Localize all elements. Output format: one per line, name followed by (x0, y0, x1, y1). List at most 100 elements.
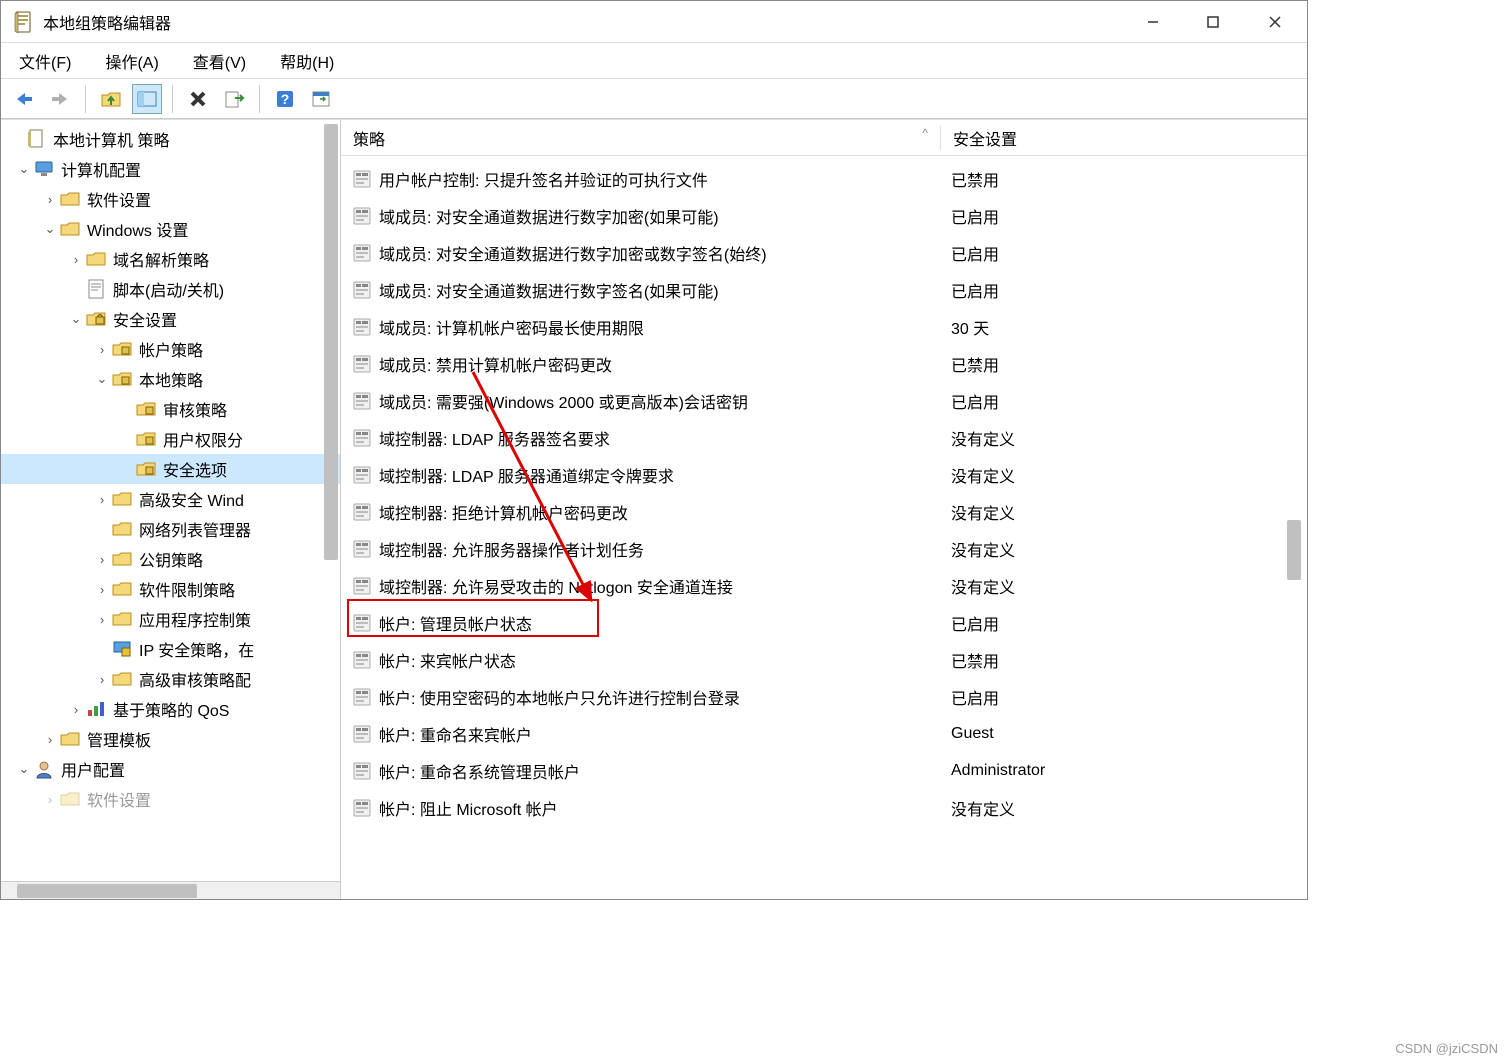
menu-file[interactable]: 文件(F) (11, 45, 79, 77)
tree-ip-security[interactable]: IP 安全策略，在 (1, 634, 340, 664)
list-row[interactable]: 域控制器: 拒绝计算机帐户密码更改没有定义 (341, 493, 1307, 530)
tree-user-software[interactable]: › 软件设置 (1, 784, 340, 814)
list-row[interactable]: 域成员: 对安全通道数据进行数字加密(如果可能)已启用 (341, 197, 1307, 234)
policy-item-icon (351, 649, 373, 671)
list-row[interactable]: 域成员: 禁用计算机帐户密码更改已禁用 (341, 345, 1307, 382)
chevron-right-icon[interactable]: › (93, 612, 111, 627)
export-button[interactable] (219, 84, 249, 114)
tree-local-policy[interactable]: ⌄ 本地策略 (1, 364, 340, 394)
policy-name: 帐户: 管理员帐户状态 (379, 611, 939, 635)
menu-view[interactable]: 查看(V) (185, 45, 254, 77)
chevron-down-icon[interactable]: ⌄ (15, 161, 33, 177)
chevron-right-icon[interactable]: › (67, 702, 85, 717)
scrollbar-thumb[interactable] (1287, 520, 1301, 580)
list-row[interactable]: 帐户: 阻止 Microsoft 帐户没有定义 (341, 789, 1307, 826)
policy-setting: 已启用 (939, 389, 999, 413)
list-pane: 策略^ 安全设置 用户帐户控制: 只提升签名并验证的可执行文件已禁用域成员: 对… (341, 120, 1307, 899)
list-row[interactable]: 域控制器: 允许易受攻击的 Netlogon 安全通道连接没有定义 (341, 567, 1307, 604)
tree-user-config[interactable]: ⌄ 用户配置 (1, 754, 340, 784)
tree-public-key[interactable]: › 公钥策略 (1, 544, 340, 574)
window-controls (1123, 1, 1307, 42)
chevron-down-icon[interactable]: ⌄ (15, 761, 33, 777)
scrollbar-thumb[interactable] (17, 884, 197, 898)
tree-label: IP 安全策略，在 (139, 637, 254, 661)
tree-computer-config[interactable]: ⌄ 计算机配置 (1, 154, 340, 184)
tree-software-settings[interactable]: › 软件设置 (1, 184, 340, 214)
up-folder-button[interactable] (96, 84, 126, 114)
list-row[interactable]: 域成员: 对安全通道数据进行数字加密或数字签名(始终)已启用 (341, 234, 1307, 271)
tree-security-options[interactable]: 安全选项 (1, 454, 340, 484)
menu-help[interactable]: 帮助(H) (272, 45, 342, 77)
minimize-button[interactable] (1123, 1, 1183, 42)
chevron-down-icon[interactable]: ⌄ (93, 371, 111, 387)
column-header-policy[interactable]: 策略^ (341, 126, 941, 150)
show-tree-button[interactable] (132, 84, 162, 114)
properties-button[interactable] (306, 84, 336, 114)
chevron-right-icon[interactable]: › (93, 552, 111, 567)
scrollbar-thumb[interactable] (324, 124, 338, 560)
policy-setting: Administrator (939, 762, 1045, 780)
user-icon (33, 759, 55, 779)
policy-item-icon (351, 797, 373, 819)
list-row[interactable]: 域成员: 需要强(Windows 2000 或更高版本)会话密钥已启用 (341, 382, 1307, 419)
delete-button[interactable] (183, 84, 213, 114)
policy-item-icon (351, 501, 373, 523)
list-row[interactable]: 帐户: 使用空密码的本地帐户只允许进行控制台登录已启用 (341, 678, 1307, 715)
tree-user-rights[interactable]: 用户权限分 (1, 424, 340, 454)
chevron-right-icon[interactable]: › (41, 792, 59, 807)
forward-button[interactable] (45, 84, 75, 114)
policy-item-icon (351, 242, 373, 264)
list-row[interactable]: 帐户: 重命名来宾帐户Guest (341, 715, 1307, 752)
list-row[interactable]: 用户帐户控制: 只提升签名并验证的可执行文件已禁用 (341, 160, 1307, 197)
list-row[interactable]: 域控制器: 允许服务器操作者计划任务没有定义 (341, 530, 1307, 567)
tree-label: 软件设置 (87, 787, 151, 811)
column-header-setting[interactable]: 安全设置 (941, 126, 1307, 150)
chevron-right-icon[interactable]: › (93, 492, 111, 507)
tree-audit-policy[interactable]: 审核策略 (1, 394, 340, 424)
tree-advanced-audit[interactable]: › 高级审核策略配 (1, 664, 340, 694)
list-row[interactable]: 域控制器: LDAP 服务器通道绑定令牌要求没有定义 (341, 456, 1307, 493)
folder-icon (111, 579, 133, 599)
policy-item-icon (351, 538, 373, 560)
maximize-button[interactable] (1183, 1, 1243, 42)
chevron-right-icon[interactable]: › (41, 732, 59, 747)
list-row[interactable]: 帐户: 管理员帐户状态已启用 (341, 604, 1307, 641)
list-row[interactable]: 帐户: 来宾帐户状态已禁用 (341, 641, 1307, 678)
toolbar-separator (259, 85, 260, 113)
tree-software-restriction[interactable]: › 软件限制策略 (1, 574, 340, 604)
menu-action[interactable]: 操作(A) (97, 45, 166, 77)
help-button[interactable]: ? (270, 84, 300, 114)
chevron-right-icon[interactable]: › (93, 582, 111, 597)
chevron-right-icon[interactable]: › (41, 192, 59, 207)
chevron-right-icon[interactable]: › (93, 672, 111, 687)
close-button[interactable] (1243, 1, 1307, 42)
tree-root[interactable]: 本地计算机 策略 (1, 124, 340, 154)
tree-app-control[interactable]: › 应用程序控制策 (1, 604, 340, 634)
tree-network-list[interactable]: 网络列表管理器 (1, 514, 340, 544)
tree-windows-settings[interactable]: ⌄ Windows 设置 (1, 214, 340, 244)
list-row[interactable]: 帐户: 重命名系统管理员帐户Administrator (341, 752, 1307, 789)
tree-label: 管理模板 (87, 727, 151, 751)
tree-scripts[interactable]: 脚本(启动/关机) (1, 274, 340, 304)
tree-account-policy[interactable]: › 帐户策略 (1, 334, 340, 364)
tree-security-settings[interactable]: ⌄ 安全设置 (1, 304, 340, 334)
policy-setting: 没有定义 (939, 796, 1015, 820)
list-row[interactable]: 域成员: 计算机帐户密码最长使用期限30 天 (341, 308, 1307, 345)
chevron-down-icon[interactable]: ⌄ (41, 221, 59, 237)
tree-horizontal-scrollbar[interactable] (1, 881, 340, 899)
tree-admin-templates[interactable]: › 管理模板 (1, 724, 340, 754)
chevron-right-icon[interactable]: › (67, 252, 85, 267)
list-rows[interactable]: 用户帐户控制: 只提升签名并验证的可执行文件已禁用域成员: 对安全通道数据进行数… (341, 156, 1307, 899)
chevron-right-icon[interactable]: › (93, 342, 111, 357)
tree-vertical-scrollbar[interactable] (322, 124, 340, 669)
list-vertical-scrollbar[interactable] (1287, 160, 1305, 705)
chevron-down-icon[interactable]: ⌄ (67, 311, 85, 327)
tree-advanced-firewall[interactable]: › 高级安全 Wind (1, 484, 340, 514)
tree-policy-qos[interactable]: › 基于策略的 QoS (1, 694, 340, 724)
tree-dns-policy[interactable]: › 域名解析策略 (1, 244, 340, 274)
back-button[interactable] (9, 84, 39, 114)
tree-scroll[interactable]: 本地计算机 策略 ⌄ 计算机配置 › 软件设置 ⌄ Windows 设置 (1, 120, 340, 881)
list-row[interactable]: 域成员: 对安全通道数据进行数字签名(如果可能)已启用 (341, 271, 1307, 308)
list-row[interactable]: 域控制器: LDAP 服务器签名要求没有定义 (341, 419, 1307, 456)
policy-name: 帐户: 重命名系统管理员帐户 (379, 759, 939, 783)
